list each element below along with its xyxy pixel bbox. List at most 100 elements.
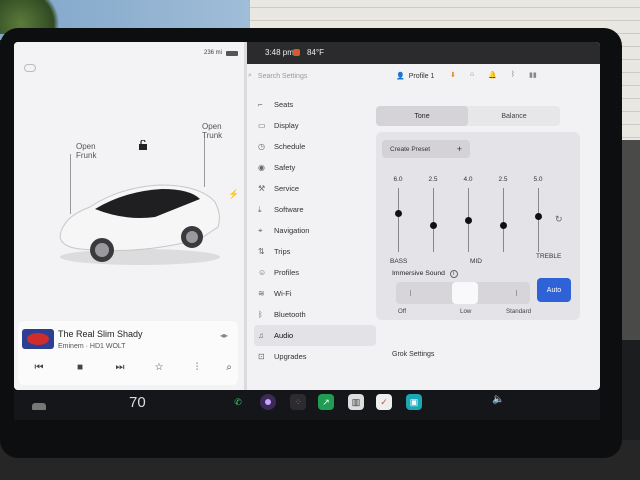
wifi-icon: ≋ (258, 289, 265, 298)
bluetooth-status-icon[interactable]: ᛒ (511, 71, 515, 79)
eq-band-value: 5.0 (533, 176, 543, 183)
eq-slider-track[interactable] (433, 188, 434, 252)
immersive-sound-slider[interactable] (396, 282, 530, 304)
download-icon[interactable]: ⬇ (450, 71, 456, 79)
energy-app-icon[interactable]: ↗ (318, 394, 334, 410)
search-media-icon[interactable]: ⌕ (222, 362, 236, 373)
eq-band-value: 6.0 (393, 176, 403, 183)
menu-item-label: Display (274, 121, 299, 130)
header-icons: ⬇ ⌂ 🔔 ᛒ ▮▮ (450, 71, 537, 79)
download-icon: ⤓ (258, 204, 262, 214)
stop-icon[interactable]: ■ (73, 362, 87, 373)
next-track-icon[interactable]: ⏭ (113, 362, 127, 373)
audio-tabs: Tone Balance (376, 106, 560, 126)
open-trunk-button[interactable]: Open Trunk (202, 122, 222, 140)
menu-item-navigation[interactable]: ⌖ Navigation (254, 220, 376, 241)
plus-icon: + (456, 144, 462, 154)
car-icon[interactable] (32, 403, 46, 410)
menu-item-label: Service (274, 184, 300, 193)
range-status: 236 mi (204, 50, 238, 56)
previous-track-icon[interactable]: ⏮ (32, 362, 46, 373)
immersive-sound-label: Immersive Sound i (392, 270, 458, 278)
eq-slider-track[interactable] (503, 188, 504, 252)
dashcam-icon[interactable] (293, 49, 300, 56)
lock-icon[interactable] (138, 137, 148, 150)
menu-item-display[interactable]: ▭ Display (254, 115, 376, 136)
equalizer-panel: Create Preset + 6.0 2.5 4.0 2.5 5.0 ↻ BASS M… (376, 132, 580, 320)
mid-label: MID (470, 258, 482, 265)
menu-item-label: Trips (274, 247, 291, 256)
menu-item-label: Wi-Fi (274, 289, 292, 298)
eq-slider-knob[interactable] (535, 213, 542, 221)
open-frunk-button[interactable]: Open Frunk (76, 142, 96, 160)
taskbar: 70 ✆ ⁘ ↗ ▥ ✓ ▣ 🔈 (14, 390, 600, 420)
menu-item-schedule[interactable]: ◷ Schedule (254, 136, 376, 157)
menu-item-upgrades[interactable]: ⊡ Upgrades (254, 346, 376, 367)
person-icon: ☺ (258, 268, 267, 277)
settings-search[interactable]: ⌕ Search Settings (248, 72, 307, 80)
profile-name: Profile 1 (408, 72, 435, 80)
search-input[interactable]: Search Settings (258, 73, 307, 80)
treble-label: TREBLE (536, 253, 562, 260)
eq-slider-knob[interactable] (465, 216, 472, 224)
charge-port-icon[interactable]: ⚡ (228, 189, 239, 200)
sentry-icon[interactable] (24, 64, 36, 72)
immersive-off-label: Off (398, 308, 407, 315)
eq-band-value: 2.5 (498, 176, 508, 183)
volume-icon[interactable]: 🔈 (492, 394, 504, 405)
clock: 3:48 pm (265, 48, 294, 57)
info-icon[interactable]: i (449, 270, 458, 278)
search-icon: ⌕ (248, 72, 252, 79)
immersive-low-label: Low (460, 308, 472, 315)
eq-band-value: 4.0 (463, 176, 473, 183)
eq-slider-track[interactable] (398, 188, 399, 252)
phone-icon[interactable]: ✆ (230, 394, 246, 410)
menu-item-bluetooth[interactable]: ᛒ Bluetooth (254, 304, 376, 325)
menu-item-wi-fi[interactable]: ≋ Wi-Fi (254, 283, 376, 304)
menu-item-safety[interactable]: ◉ Safety (254, 157, 376, 178)
slider-mark-off (410, 290, 411, 296)
bell-icon[interactable]: 🔔 (488, 71, 497, 79)
menu-item-software[interactable]: ⤓ Software (254, 199, 376, 220)
profile-selector[interactable]: 👤 Profile 1 (396, 72, 435, 81)
signal-icon: ▮▮ (529, 72, 537, 79)
bluetooth-icon: ᛒ (258, 310, 263, 319)
radio-station-logo (22, 329, 54, 349)
home-icon[interactable]: ⌂ (470, 71, 474, 79)
manual-app-icon[interactable]: ▥ (348, 394, 364, 410)
menu-item-service[interactable]: ⚒ Service (254, 178, 376, 199)
tab-balance[interactable]: Balance (468, 106, 560, 126)
radio-source-icon[interactable]: ◂▸ (220, 331, 228, 340)
apps-launcher-icon[interactable]: ⁘ (290, 394, 306, 410)
slider-mark-standard (516, 290, 517, 296)
create-preset-label: Create Preset (390, 145, 431, 153)
favorite-star-icon[interactable]: ☆ (152, 362, 166, 373)
eq-slider-knob[interactable] (430, 221, 437, 229)
menu-item-seats[interactable]: ⌐ Seats (254, 94, 376, 115)
trips-icon: ⇅ (258, 247, 265, 256)
menu-item-audio[interactable]: ♫ Audio (254, 325, 376, 346)
station-info: Eminem · HD1 WOLT (58, 343, 126, 350)
seat-icon: ⌐ (258, 100, 263, 109)
media-player: The Real Slim Shady Eminem · HD1 WOLT ◂▸… (18, 321, 238, 385)
create-preset-button[interactable]: Create Preset + (382, 140, 470, 158)
eq-slider-knob[interactable] (500, 221, 507, 229)
menu-item-trips[interactable]: ⇅ Trips (254, 241, 376, 262)
auto-button[interactable]: Auto (537, 278, 571, 302)
speed-readout: 70 (129, 394, 146, 411)
reset-icon[interactable]: ↻ (555, 214, 563, 225)
calendar-app-icon[interactable]: ✓ (376, 394, 392, 410)
menu-item-label: Navigation (274, 226, 310, 235)
eq-slider-knob[interactable] (395, 210, 402, 217)
wrench-icon: ⚒ (258, 184, 266, 193)
panel-divider (244, 42, 247, 390)
equalizer-icon[interactable]: ⫶ (190, 362, 204, 373)
tab-tone[interactable]: Tone (376, 106, 468, 126)
car-image (59, 184, 220, 265)
touchscreen: 236 mi Open Frunk Open Trunk ⚡ The Real … (14, 42, 600, 390)
camera-app-icon[interactable] (260, 394, 276, 410)
menu-item-profiles[interactable]: ☺ Profiles (254, 262, 376, 283)
messages-app-icon[interactable]: ▣ (406, 394, 422, 410)
immersive-slider-thumb[interactable] (452, 282, 478, 304)
car-panel: 236 mi Open Frunk Open Trunk ⚡ The Real … (14, 42, 244, 390)
